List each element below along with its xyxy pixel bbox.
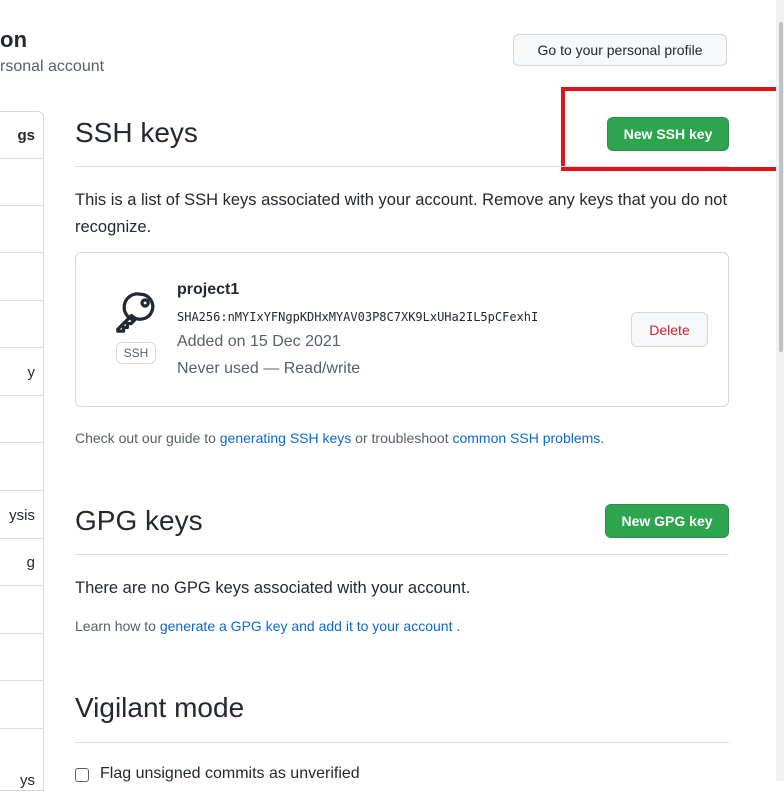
flag-unsigned-commits-checkbox[interactable]	[75, 768, 89, 782]
sidebar-item[interactable]	[0, 587, 44, 634]
generating-ssh-keys-link[interactable]: generating SSH keys	[220, 430, 352, 446]
sidebar-item[interactable]	[0, 301, 44, 348]
learn-prefix: Learn how to	[75, 618, 160, 634]
new-gpg-key-button[interactable]: New GPG key	[605, 504, 729, 538]
sidebar-item[interactable]: gs	[0, 112, 44, 159]
ssh-key-fingerprint: SHA256:nMYIxYFNgpKDHxMYAV03P8C7XK9LxUHa2…	[177, 310, 539, 324]
ssh-badge: SSH	[116, 342, 156, 364]
sidebar-item-label: y	[27, 363, 36, 381]
sidebar-item[interactable]	[0, 444, 44, 491]
sidebar-item[interactable]	[0, 254, 44, 301]
gpg-empty-text: There are no GPG keys associated with yo…	[75, 579, 471, 597]
sidebar-item[interactable]	[0, 682, 44, 729]
gpg-keys-heading: GPG keys	[75, 505, 203, 536]
ssh-key-usage: Never used — Read/write	[177, 360, 361, 377]
learn-suffix: .	[452, 618, 461, 634]
highlight-box	[561, 87, 783, 171]
ssh-divider	[75, 166, 729, 167]
gpg-learn-text: Learn how to generate a GPG key and add …	[75, 618, 460, 634]
sidebar-item[interactable]	[0, 634, 44, 681]
generate-gpg-key-link[interactable]: generate a GPG key and add it to your ac…	[160, 618, 453, 634]
ssh-guide-text: Check out our guide to generating SSH ke…	[75, 430, 604, 446]
guide-suffix: .	[600, 430, 605, 446]
sidebar-item-label: gs	[17, 126, 35, 144]
go-to-profile-button[interactable]: Go to your personal profile	[513, 34, 727, 66]
sidebar-item[interactable]	[0, 159, 44, 206]
delete-ssh-key-button[interactable]: Delete	[631, 312, 708, 347]
key-icon	[116, 292, 155, 333]
vigilant-mode-heading: Vigilant mode	[75, 692, 245, 723]
ssh-keys-heading: SSH keys	[75, 117, 198, 148]
sidebar-item-label: g	[26, 553, 35, 571]
common-ssh-problems-link[interactable]: common SSH problems	[452, 430, 600, 446]
vigilant-divider	[75, 742, 729, 743]
flag-unsigned-commits-label: Flag unsigned commits as unverified	[100, 765, 360, 782]
sidebar-item[interactable]: ysis	[0, 492, 44, 539]
sidebar-item[interactable]	[0, 396, 44, 443]
settings-sidebar: gs y ysis g ys	[0, 111, 44, 791]
sidebar-item-label: ysis	[9, 506, 35, 524]
guide-middle: or troubleshoot	[351, 430, 453, 446]
page-subtitle: rsonal account	[0, 58, 105, 75]
ssh-description: This is a list of SSH keys associated wi…	[75, 191, 728, 236]
sidebar-item[interactable]	[0, 206, 44, 253]
ssh-key-added-date: Added on 15 Dec 2021	[177, 333, 341, 350]
page-scrollbar-thumb[interactable]	[779, 22, 783, 352]
ssh-key-name: project1	[177, 281, 240, 298]
sidebar-item[interactable]: y	[0, 349, 44, 396]
guide-prefix: Check out our guide to	[75, 430, 220, 446]
sidebar-item[interactable]: g	[0, 539, 44, 586]
gpg-divider	[75, 554, 729, 555]
page-title: on	[0, 27, 28, 52]
